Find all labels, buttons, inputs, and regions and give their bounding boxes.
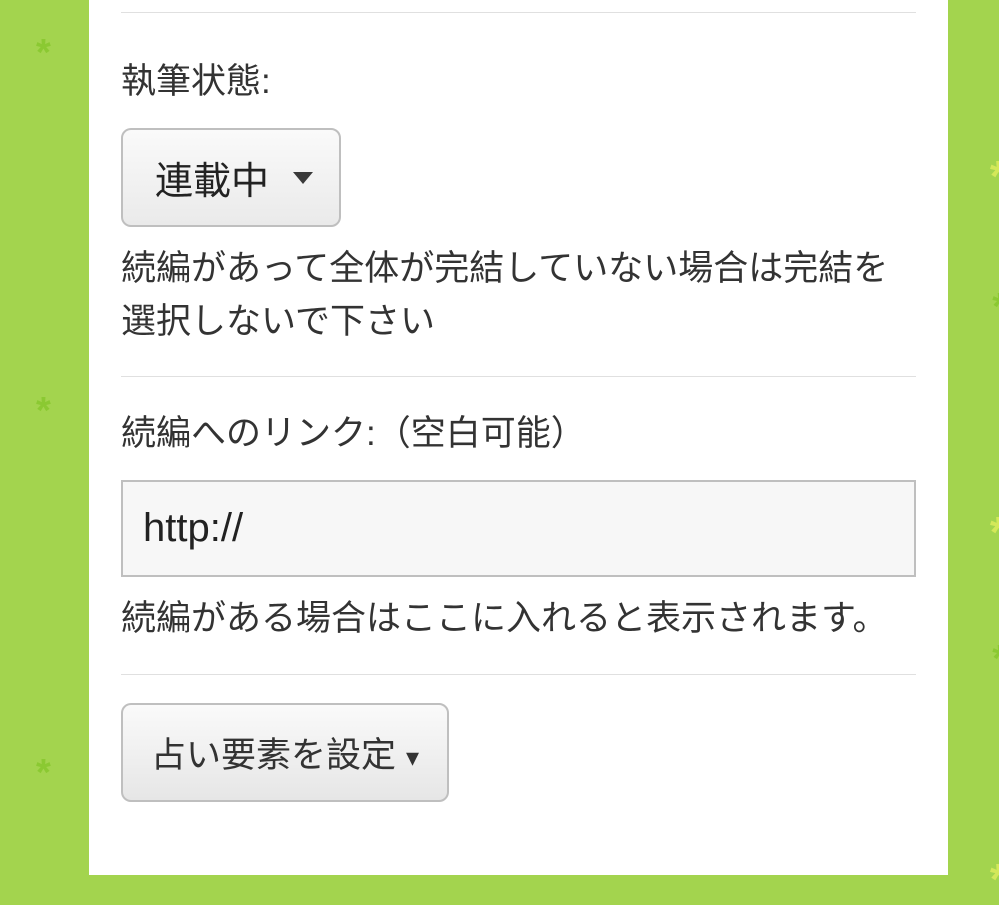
fortune-section: 占い要素を設定 ▾ [121, 674, 916, 830]
sequel-link-help: 続編がある場合はここに入れると表示されます。 [121, 593, 916, 646]
asterisk-icon: * [36, 390, 51, 433]
asterisk-icon: * [36, 32, 51, 75]
divider [121, 12, 916, 13]
writing-status-section: 執筆状態: 連載中 続編があって全体が完結していない場合は完結を選択しないで下さ… [121, 0, 916, 376]
writing-status-select[interactable]: 連載中 [121, 128, 341, 227]
writing-status-value: 連載中 [155, 161, 269, 203]
writing-status-help: 続編があって全体が完結していない場合は完結を選択しないで下さい [121, 243, 916, 348]
chevron-down-icon: ▾ [406, 742, 419, 773]
writing-status-label: 執筆状態: [121, 53, 916, 104]
asterisk-icon: * [36, 752, 51, 795]
asterisk-icon: * [992, 286, 999, 329]
sequel-link-input[interactable] [121, 480, 916, 577]
asterisk-icon: * [990, 508, 999, 558]
sequel-link-label: 続編へのリンク:（空白可能） [121, 405, 916, 456]
fortune-settings-button[interactable]: 占い要素を設定 ▾ [121, 703, 449, 802]
asterisk-icon: * [992, 638, 999, 681]
sequel-link-section: 続編へのリンク:（空白可能） 続編がある場合はここに入れると表示されます。 [121, 376, 916, 674]
asterisk-icon: * [990, 855, 999, 905]
asterisk-icon: * [990, 152, 999, 202]
chevron-down-icon [293, 172, 313, 184]
fortune-button-label: 占い要素を設定 [151, 736, 396, 775]
form-panel: 執筆状態: 連載中 続編があって全体が完結していない場合は完結を選択しないで下さ… [89, 0, 948, 875]
